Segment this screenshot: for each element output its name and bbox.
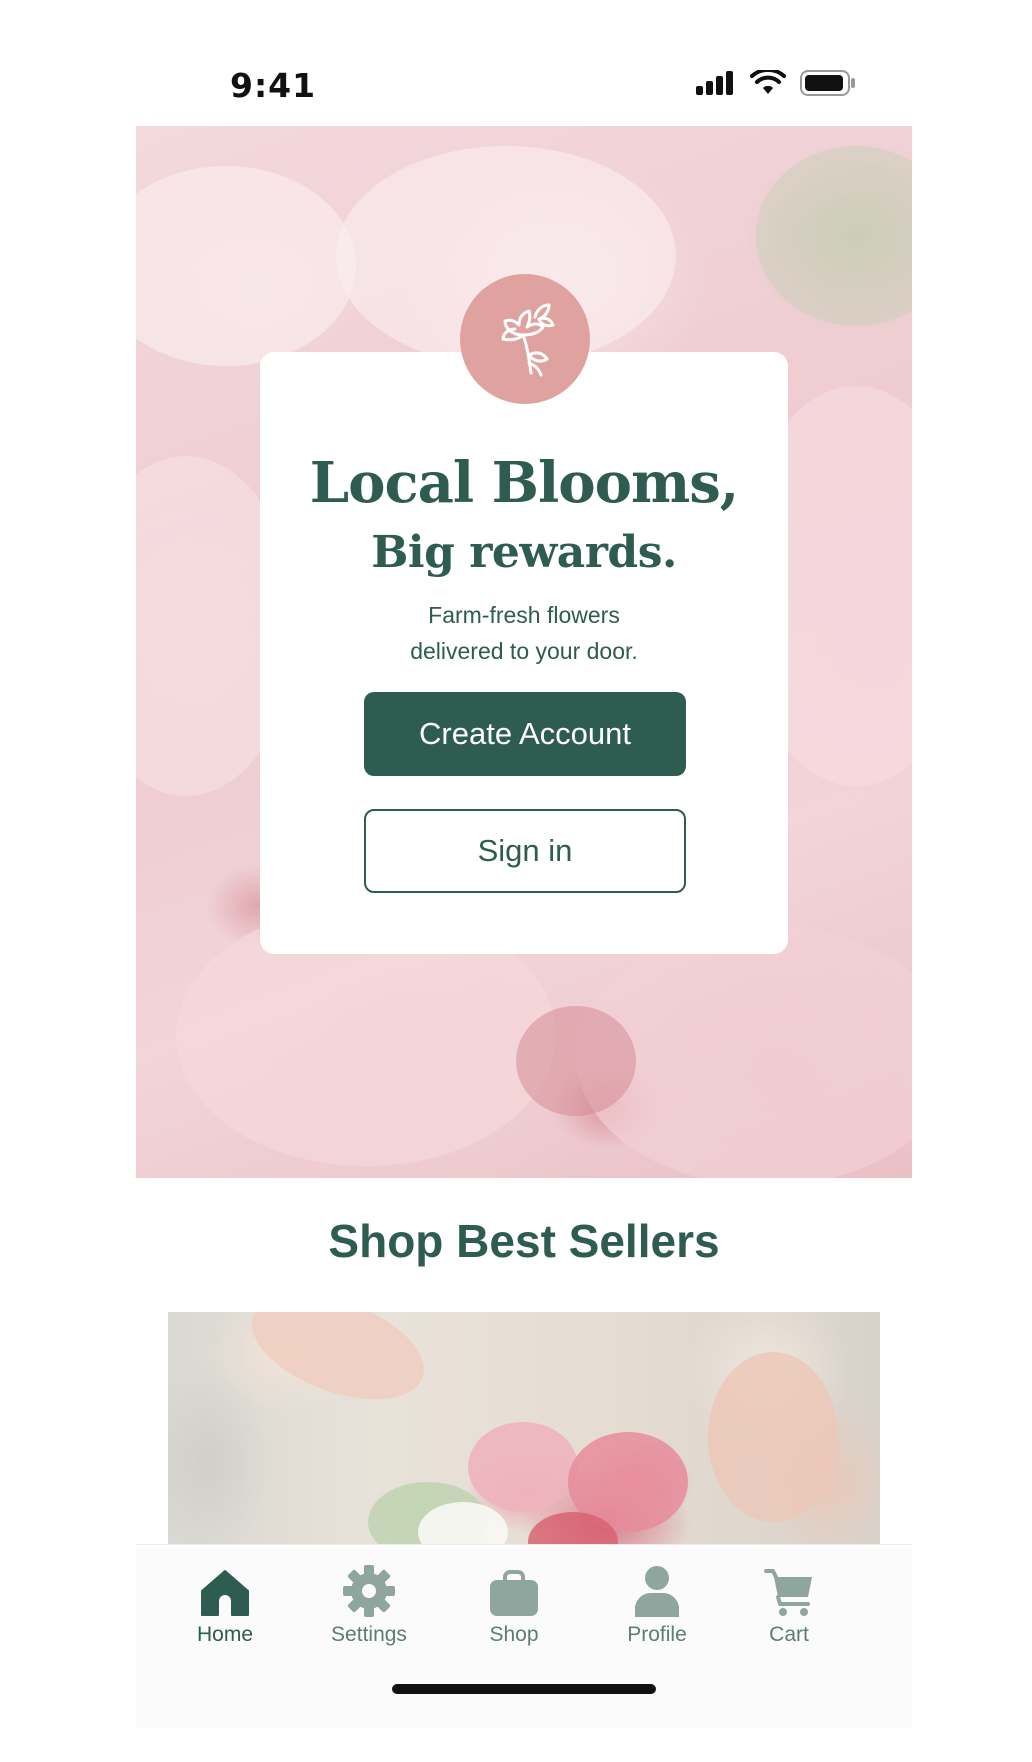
- hero-petal: [516, 1006, 636, 1116]
- tagline-line2: delivered to your door.: [410, 638, 638, 664]
- tab-cart[interactable]: Cart: [724, 1561, 854, 1647]
- brand-logo: [460, 274, 590, 404]
- image-hand: [238, 1312, 438, 1421]
- tagline-line1: Farm-fresh flowers: [428, 602, 620, 628]
- tab-settings-label: Settings: [331, 1623, 407, 1646]
- tab-profile[interactable]: Profile: [592, 1561, 722, 1647]
- image-hand: [708, 1352, 838, 1522]
- welcome-card: Local Blooms, Big rewards. Farm-fresh fl…: [260, 352, 788, 954]
- phone-screen: 9:41 Local Blooms, Big rewards. Farm-fre…: [136, 34, 912, 1728]
- hero-petal: [136, 166, 356, 366]
- tab-settings[interactable]: Settings: [304, 1561, 434, 1647]
- tab-home-label: Home: [196, 1623, 254, 1646]
- home-icon: [160, 1561, 290, 1617]
- hero-petal: [756, 146, 912, 326]
- tab-cart-label: Cart: [769, 1623, 809, 1646]
- tab-profile-label: Profile: [627, 1623, 687, 1646]
- flower-icon: [483, 295, 567, 384]
- tagline: Farm-fresh flowers delivered to your doo…: [260, 597, 788, 669]
- signal-icon: [696, 70, 736, 100]
- status-time: 9:41: [230, 66, 317, 105]
- status-bar: 9:41: [136, 34, 912, 126]
- profile-icon: [592, 1561, 722, 1617]
- best-seller-image[interactable]: [168, 1312, 880, 1544]
- best-sellers-title: Shop Best Sellers: [328, 1215, 720, 1267]
- tab-home[interactable]: Home: [160, 1561, 290, 1647]
- wifi-icon: [750, 67, 786, 101]
- home-indicator[interactable]: [392, 1684, 656, 1694]
- headline-line2: Big rewards.: [371, 527, 677, 578]
- cart-icon: [724, 1561, 854, 1617]
- headline-line1: Local Blooms,: [309, 450, 739, 516]
- status-icons: [696, 67, 856, 101]
- battery-icon: [800, 69, 856, 101]
- create-account-button[interactable]: Create Account: [364, 692, 686, 776]
- gear-icon: [304, 1561, 434, 1617]
- hero-banner: Local Blooms, Big rewards. Farm-fresh fl…: [136, 126, 912, 1178]
- image-flower: [468, 1422, 578, 1512]
- tab-shop-label: Shop: [489, 1623, 539, 1646]
- bag-icon: [449, 1561, 579, 1617]
- tab-shop[interactable]: Shop: [449, 1561, 579, 1647]
- tab-bar: Home Settings Shop Profile Cart: [136, 1544, 912, 1728]
- sign-in-button[interactable]: Sign in: [364, 809, 686, 893]
